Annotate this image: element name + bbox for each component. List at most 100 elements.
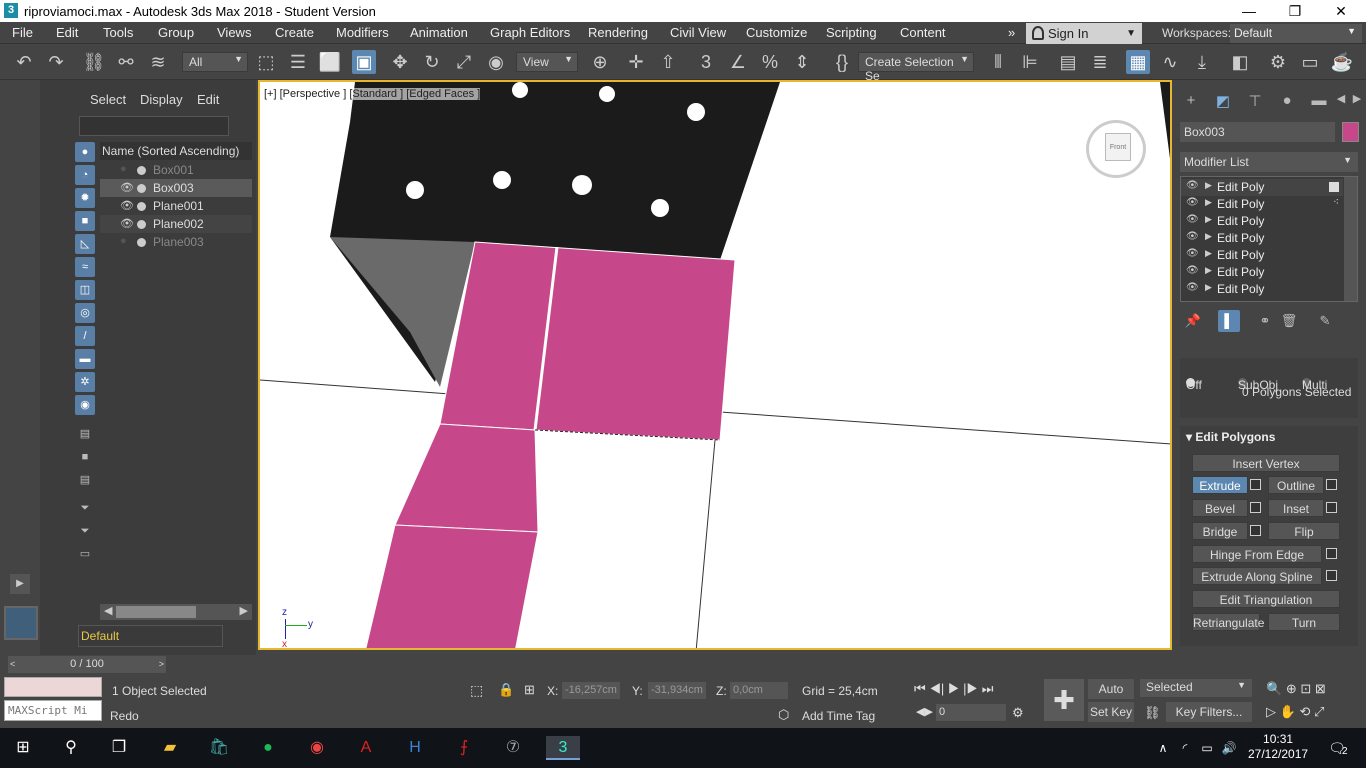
scene-explorer-icon[interactable]: ▤ <box>1056 50 1080 74</box>
hidden-filter-icon[interactable]: ◉ <box>75 395 95 415</box>
viewport-label[interactable]: [+] [Perspective ] [Standard ] [Edged Fa… <box>264 88 481 100</box>
eye-icon[interactable]: 👁 <box>1186 282 1199 293</box>
menu-file[interactable]: File <box>12 25 33 40</box>
scroll-thumb[interactable] <box>116 606 196 618</box>
window-crossing-icon[interactable]: ▣ <box>352 50 376 74</box>
bone-filter-icon[interactable]: / <box>75 326 95 346</box>
toggle-ribbon-icon[interactable]: ▦ <box>1126 50 1150 74</box>
schematic-view-icon[interactable]: ⤓ <box>1190 50 1214 74</box>
angle-snap-icon[interactable]: ∠ <box>726 50 750 74</box>
minimize-button[interactable]: — <box>1226 0 1272 22</box>
zoom-extents-icon[interactable]: ⊡ <box>1300 681 1311 696</box>
perspective-viewport[interactable]: [+] [Perspective ] [Standard ] [Edged Fa… <box>258 80 1172 650</box>
maxscript-listener-input[interactable]: MAXScript Mi <box>4 700 102 721</box>
render-dot-icon[interactable] <box>137 202 146 211</box>
inset-button[interactable]: Inset <box>1268 499 1324 517</box>
zoom-all-icon[interactable]: ⊕ <box>1286 681 1297 696</box>
menu-edit[interactable]: Edit <box>56 25 78 40</box>
expand-icon[interactable]: ▶ <box>1205 282 1212 293</box>
expand-icon[interactable]: ▶ <box>1205 265 1212 276</box>
prev-key-icon[interactable]: ◀| <box>929 681 944 696</box>
percent-snap-icon[interactable]: % <box>758 50 782 74</box>
insert-vertex-button[interactable]: Insert Vertex <box>1192 454 1340 472</box>
extrude-settings-icon[interactable] <box>1250 479 1261 490</box>
hinge-settings-icon[interactable] <box>1326 548 1337 559</box>
maximize-viewport-icon[interactable]: ⤢ <box>1314 704 1324 719</box>
eye-icon[interactable]: ● <box>120 235 127 247</box>
create-tab-icon[interactable]: + <box>1180 92 1202 112</box>
eye-icon[interactable]: 👁 <box>1186 197 1199 208</box>
expand-icon[interactable]: ▶ <box>1205 180 1212 191</box>
tab-scroll-right-icon[interactable]: ▶ <box>1346 92 1366 112</box>
menu-create[interactable]: Create <box>275 25 314 40</box>
stack-item[interactable]: 👁 ▶ Edit Poly <box>1181 281 1343 298</box>
menu-rendering[interactable]: Rendering <box>588 25 648 40</box>
menu-scripting[interactable]: Scripting <box>826 25 877 40</box>
bevel-button[interactable]: Bevel <box>1192 499 1248 517</box>
curve-editor-icon[interactable]: ∿ <box>1158 50 1182 74</box>
select-none-icon[interactable]: ▤ <box>75 470 95 490</box>
retriangulate-button[interactable]: Retriangulate <box>1192 613 1264 631</box>
render-production-icon[interactable]: ☕ <box>1330 50 1354 74</box>
expand-icon[interactable]: ▶ <box>1205 214 1212 225</box>
3dsmax-taskbar-icon[interactable]: 3 <box>546 736 580 760</box>
eye-icon[interactable]: 👁 <box>120 181 134 194</box>
bridge-button[interactable]: Bridge <box>1192 522 1248 540</box>
menu-graph-editors[interactable]: Graph Editors <box>490 25 570 40</box>
menu-modifiers[interactable]: Modifiers <box>336 25 389 40</box>
key-filters-button[interactable]: Key Filters... <box>1166 702 1252 722</box>
particle-filter-icon[interactable]: ✲ <box>75 372 95 392</box>
bridge-settings-icon[interactable] <box>1250 525 1261 536</box>
viewport-edged-label[interactable]: [Edged Faces ] <box>406 88 480 100</box>
absolute-mode-icon[interactable]: ⊞ <box>524 682 535 698</box>
fov-icon[interactable]: ▷ <box>1266 704 1276 719</box>
geometry-filter-icon[interactable]: ● <box>75 142 95 162</box>
eye-icon[interactable]: ● <box>120 163 127 175</box>
extrude-along-spline-button[interactable]: Extrude Along Spline <box>1192 567 1322 585</box>
key-filter-icon[interactable]: ⛓ <box>1144 705 1161 721</box>
funnel-icon[interactable]: ⏷ <box>75 498 95 518</box>
volume-icon[interactable]: 🔊 <box>1216 736 1242 760</box>
add-time-tag-button[interactable]: Add Time Tag <box>802 709 875 723</box>
spinner-snap-icon[interactable]: ⇕ <box>790 50 814 74</box>
folder-icon[interactable]: ▭ <box>75 544 95 564</box>
7zip-icon[interactable]: ⑦ <box>500 736 526 760</box>
prev-frame-icon[interactable]: < <box>10 656 15 673</box>
play-icon[interactable]: ▶ <box>948 681 960 696</box>
orbit-icon[interactable]: ⟲ <box>1299 704 1310 719</box>
viewport-layout-icon[interactable] <box>4 606 38 640</box>
list-item[interactable]: ● Box001 <box>100 161 252 179</box>
turn-button[interactable]: Turn <box>1268 613 1340 631</box>
clock[interactable]: 10:31 27/12/2017 <box>1248 732 1308 762</box>
outline-button[interactable]: Outline <box>1268 476 1324 494</box>
rotate-icon[interactable]: ↻ <box>420 50 444 74</box>
tab-edit[interactable]: Edit <box>197 92 219 107</box>
flip-button[interactable]: Flip <box>1268 522 1340 540</box>
render-setup-icon[interactable]: ⚙ <box>1266 50 1290 74</box>
rendered-frame-icon[interactable]: ▭ <box>1298 50 1322 74</box>
pan-icon[interactable]: ✋ <box>1280 704 1296 719</box>
select-all-icon[interactable]: ■ <box>75 447 95 467</box>
eye-icon[interactable]: 👁 <box>1186 265 1199 276</box>
stack-scrollbar[interactable] <box>1344 177 1357 301</box>
task-view-icon[interactable]: ❐ <box>106 736 132 760</box>
viewport-view-label[interactable]: [Perspective ] <box>280 88 347 100</box>
modifier-list-dropdown[interactable]: Modifier List ▼ <box>1180 152 1358 172</box>
select-by-name-icon[interactable]: ☰ <box>286 50 310 74</box>
isolate-selection-icon[interactable]: ⬚ <box>470 682 483 699</box>
stack-item[interactable]: 👁 ▶ Edit Poly <box>1181 247 1343 264</box>
reference-coordinate-dropdown[interactable]: View ▼ <box>516 52 578 72</box>
light-filter-icon[interactable]: ✹ <box>75 188 95 208</box>
shape-filter-icon[interactable]: ◔ <box>75 165 95 185</box>
menu-tools[interactable]: Tools <box>103 25 133 40</box>
set-key-button[interactable]: Set Key <box>1088 702 1134 722</box>
acrobat-icon[interactable]: ⨍ <box>451 736 477 760</box>
stack-item[interactable]: 👁 ▶ Edit Poly ⁖ <box>1181 196 1343 213</box>
eye-icon[interactable]: 👁 <box>1186 214 1199 225</box>
viewcube-face[interactable]: Front <box>1105 133 1131 161</box>
viewport-menu-label[interactable]: [+] <box>264 88 277 100</box>
edit-triangulation-button[interactable]: Edit Triangulation <box>1192 590 1340 608</box>
horizontal-scrollbar[interactable]: ◀ ▶ <box>100 604 252 620</box>
filter-icon[interactable]: ⏷ <box>75 521 95 541</box>
display-tab-icon[interactable]: ▬ <box>1308 92 1330 112</box>
